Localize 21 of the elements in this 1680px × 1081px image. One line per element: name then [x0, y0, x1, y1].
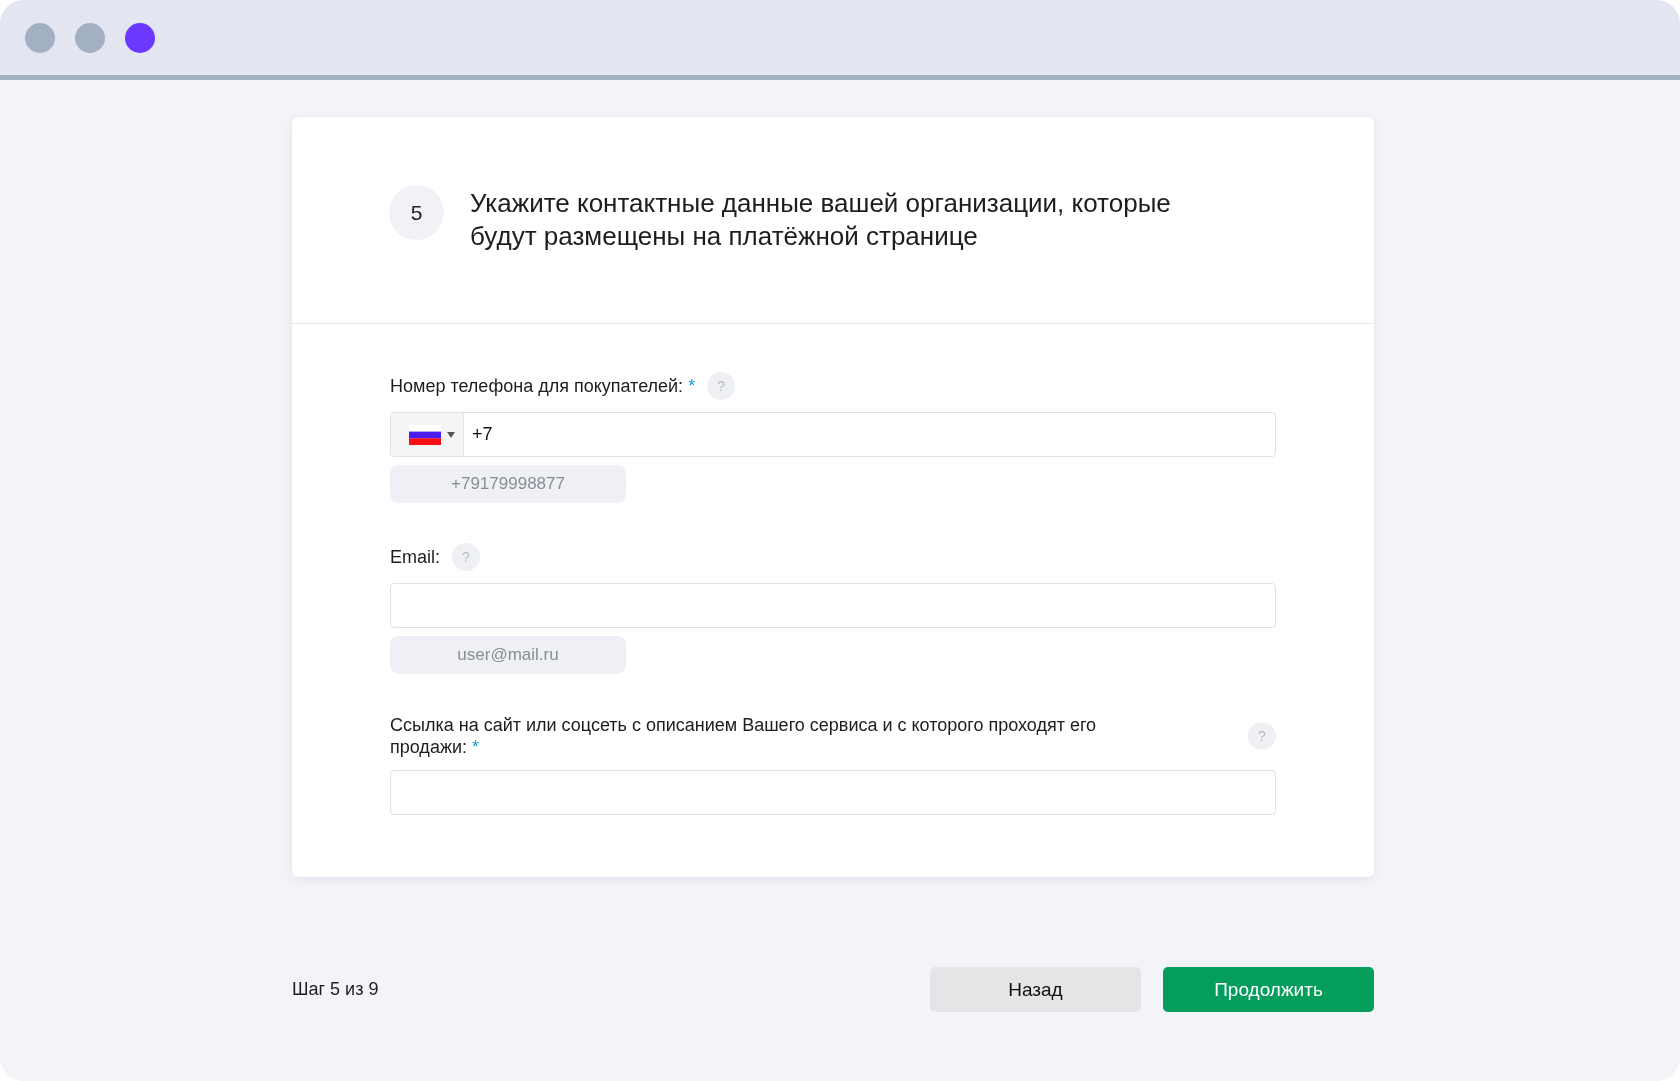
help-icon[interactable]: ?: [452, 543, 480, 571]
window-control-dot[interactable]: [75, 22, 105, 53]
example-chip[interactable]: user@mail.ru: [390, 636, 626, 674]
example-chip[interactable]: +79179998877: [390, 465, 626, 503]
caret-icon: [447, 431, 455, 438]
step-counter-text: Шаг 5 из 9: [292, 979, 379, 1000]
field-label: Email:: [390, 546, 440, 568]
step-title: Укажите контактные данные вашей организации, которые будут размещены на платёжной странице: [470, 187, 1172, 253]
country-selector[interactable]: [391, 413, 464, 456]
text-input-field[interactable]: [390, 583, 1276, 628]
text-input-field[interactable]: [390, 770, 1276, 815]
step-number: 5: [389, 185, 444, 240]
window-control-dot[interactable]: [25, 22, 55, 53]
window-control-dot[interactable]: [125, 22, 155, 53]
help-icon[interactable]: ?: [1248, 722, 1276, 750]
continue-button[interactable]: Продолжить: [1163, 967, 1374, 1012]
field-label: Номер телефона для покупателей: *: [390, 375, 696, 397]
flag-icon: [409, 424, 441, 445]
field-label: Ссылка на сайт или соцсеть с описанием Вашего сервиса и с которого проходят его продажи: *: [390, 714, 1098, 758]
back-button[interactable]: Назад: [930, 967, 1141, 1012]
help-icon[interactable]: ?: [707, 372, 736, 400]
